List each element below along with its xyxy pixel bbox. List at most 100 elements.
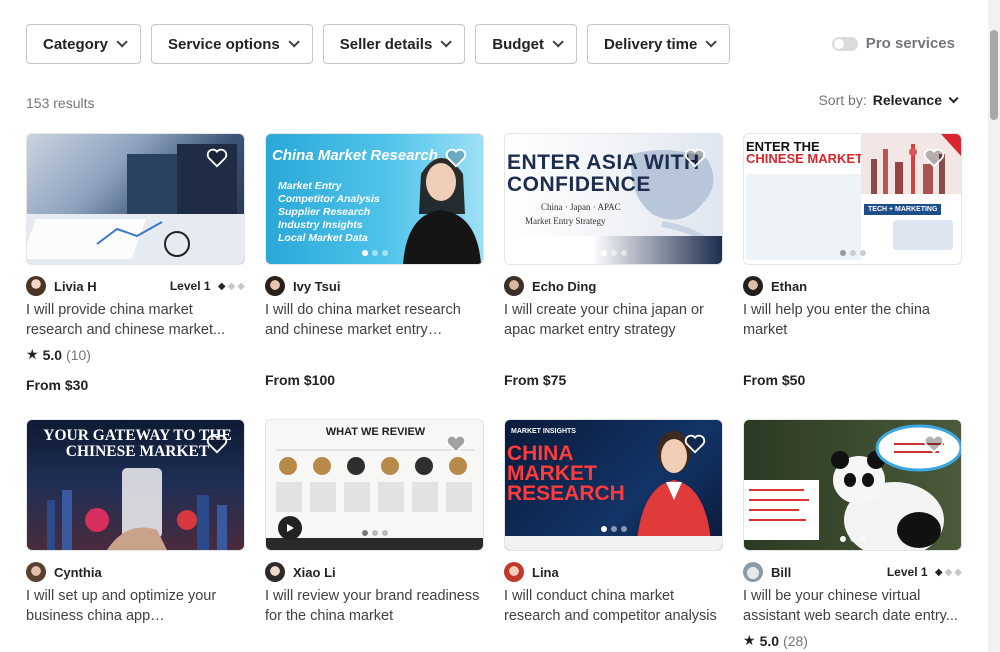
- bullet: Market Entry: [278, 180, 342, 192]
- gig-title[interactable]: I will conduct china market research and…: [504, 586, 723, 626]
- sort-dropdown[interactable]: Sort by: Relevance: [818, 92, 959, 108]
- heart-icon[interactable]: [206, 434, 228, 454]
- diamond-icon: ◆: [227, 280, 236, 292]
- carousel-dots[interactable]: [839, 536, 866, 542]
- seller-name[interactable]: Bill: [771, 565, 791, 580]
- gig-title[interactable]: I will help you enter the china market: [743, 300, 962, 340]
- heart-icon[interactable]: [206, 148, 228, 168]
- gig-price: From $100: [265, 372, 336, 388]
- play-triangle-icon: [287, 524, 294, 532]
- seller-name[interactable]: Ethan: [771, 279, 807, 294]
- gig-card[interactable]: China Market Research Market Entry Compe…: [265, 133, 484, 388]
- gig-card[interactable]: Bill Level 1 ◆ ◆ ◆ I will be your chinese …: [743, 419, 962, 649]
- avatar[interactable]: [26, 562, 46, 582]
- heart-icon[interactable]: [923, 434, 945, 454]
- gig-image[interactable]: WHAT WE REVIEW: [265, 419, 484, 551]
- filter-budget-button[interactable]: Budget: [475, 24, 577, 64]
- heart-icon[interactable]: [684, 148, 706, 168]
- seller-name[interactable]: Xiao Li: [293, 565, 336, 580]
- seller-info: Cynthia: [26, 562, 245, 582]
- heart-icon[interactable]: [445, 148, 467, 168]
- gig-image[interactable]: MARKET INSIGHTS CHINA MARKET RESEARCH: [504, 419, 723, 551]
- skyline-image: [861, 134, 961, 194]
- image-title: CHINA MARKET RESEARCH: [507, 442, 625, 505]
- gig-card[interactable]: Livia H Level 1 ◆ ◆ ◆ I will provide china…: [26, 133, 245, 393]
- filter-seller-details-button[interactable]: Seller details: [322, 24, 466, 64]
- gig-title[interactable]: I will be your chinese virtual assistant…: [743, 586, 962, 626]
- gig-image[interactable]: YOUR GATEWAY TO THE CHINESE MARKET: [26, 419, 245, 551]
- avatar[interactable]: [26, 276, 46, 296]
- gig-image[interactable]: ENTER THE CHINESE MARKET TECH + MARKETIN…: [743, 133, 962, 265]
- laptop-image: [893, 220, 953, 250]
- filter-label: Budget: [492, 35, 544, 53]
- chevron-down-icon: [288, 36, 300, 48]
- scrollbar-thumb[interactable]: [990, 30, 998, 120]
- rating-value: 5.0: [759, 632, 780, 649]
- seller-name[interactable]: Livia H: [54, 279, 97, 294]
- rating-value: 5.0: [42, 346, 63, 363]
- gig-image[interactable]: ENTER ASIA WITH CONFIDENCE China · Japan…: [504, 133, 723, 265]
- gig-title[interactable]: I will set up and optimize your business…: [26, 586, 245, 626]
- star-icon: ★: [743, 632, 756, 648]
- seller-info: Bill Level 1 ◆ ◆ ◆: [743, 562, 962, 582]
- avatar[interactable]: [743, 276, 763, 296]
- heart-icon[interactable]: [684, 434, 706, 454]
- bullet: Local Market Data: [278, 232, 368, 244]
- toggle-switch[interactable]: [831, 36, 858, 51]
- filter-label: Seller details: [339, 35, 433, 53]
- gig-image[interactable]: China Market Research Market Entry Compe…: [265, 133, 484, 265]
- star-icon: ★: [26, 346, 39, 362]
- seller-level-badge: Level 1 ◆ ◆ ◆: [170, 279, 245, 293]
- filter-label: Service options: [168, 35, 280, 53]
- filter-category-button[interactable]: Category: [26, 24, 142, 64]
- carousel-dots[interactable]: [361, 250, 388, 256]
- gig-card[interactable]: ENTER THE CHINESE MARKET TECH + MARKETIN…: [743, 133, 962, 388]
- seller-info: Lina: [504, 562, 723, 582]
- gig-card[interactable]: ENTER ASIA WITH CONFIDENCE China · Japan…: [504, 133, 723, 388]
- seller-name[interactable]: Lina: [532, 565, 559, 580]
- diamond-icon: ◆: [954, 566, 962, 578]
- carousel-dots[interactable]: [839, 250, 866, 256]
- image-footer-band: [505, 536, 722, 550]
- chevron-down-icon: [440, 36, 453, 48]
- filter-label: Delivery time: [603, 35, 698, 53]
- diamond-icon: ◆: [237, 280, 245, 292]
- avatar[interactable]: [504, 562, 524, 582]
- gig-card[interactable]: WHAT WE REVIEW Xiao Li I will review you…: [265, 419, 484, 626]
- carousel-dots[interactable]: [361, 530, 388, 536]
- avatar[interactable]: [265, 562, 285, 582]
- filter-service-options-button[interactable]: Service options: [151, 24, 313, 64]
- carousel-dots[interactable]: [600, 250, 627, 256]
- filter-delivery-time-button[interactable]: Delivery time: [586, 24, 731, 64]
- gig-title[interactable]: I will provide china market research and…: [26, 300, 245, 340]
- gig-price: From $75: [504, 372, 567, 388]
- filter-label: Category: [43, 35, 109, 53]
- seller-info: Echo Ding: [504, 276, 723, 296]
- gig-card[interactable]: YOUR GATEWAY TO THE CHINESE MARKET Cynth…: [26, 419, 245, 626]
- play-icon[interactable]: [278, 516, 302, 540]
- diamond-icon: ◆: [934, 566, 943, 578]
- avatar[interactable]: [743, 562, 763, 582]
- diamond-icon: ◆: [944, 566, 953, 578]
- seller-name[interactable]: Echo Ding: [532, 279, 596, 294]
- pro-services-toggle[interactable]: Pro services: [831, 35, 955, 52]
- gig-title[interactable]: I will review your brand readiness for t…: [265, 586, 484, 626]
- seller-level-badge: Level 1 ◆ ◆ ◆: [887, 565, 962, 579]
- level-label: Level 1: [169, 279, 211, 293]
- seller-name[interactable]: Ivy Tsui: [293, 279, 340, 294]
- gig-title[interactable]: I will create your china japan or apac m…: [504, 300, 723, 340]
- gig-image[interactable]: [26, 133, 245, 265]
- avatar[interactable]: [504, 276, 524, 296]
- seller-name[interactable]: Cynthia: [54, 565, 102, 580]
- scrollbar[interactable]: [988, 0, 1000, 652]
- gig-title[interactable]: I will do china market research and chin…: [265, 300, 484, 340]
- heart-icon[interactable]: [445, 434, 467, 454]
- avatar[interactable]: [265, 276, 285, 296]
- gig-card[interactable]: MARKET INSIGHTS CHINA MARKET RESEARCH Li…: [504, 419, 723, 626]
- infographic-panel: [746, 174, 861, 260]
- heart-icon[interactable]: [923, 148, 945, 168]
- chevron-down-icon: [948, 92, 959, 103]
- image-caption: Market Entry Strategy: [525, 216, 606, 226]
- carousel-dots[interactable]: [600, 526, 627, 532]
- gig-image[interactable]: [743, 419, 962, 551]
